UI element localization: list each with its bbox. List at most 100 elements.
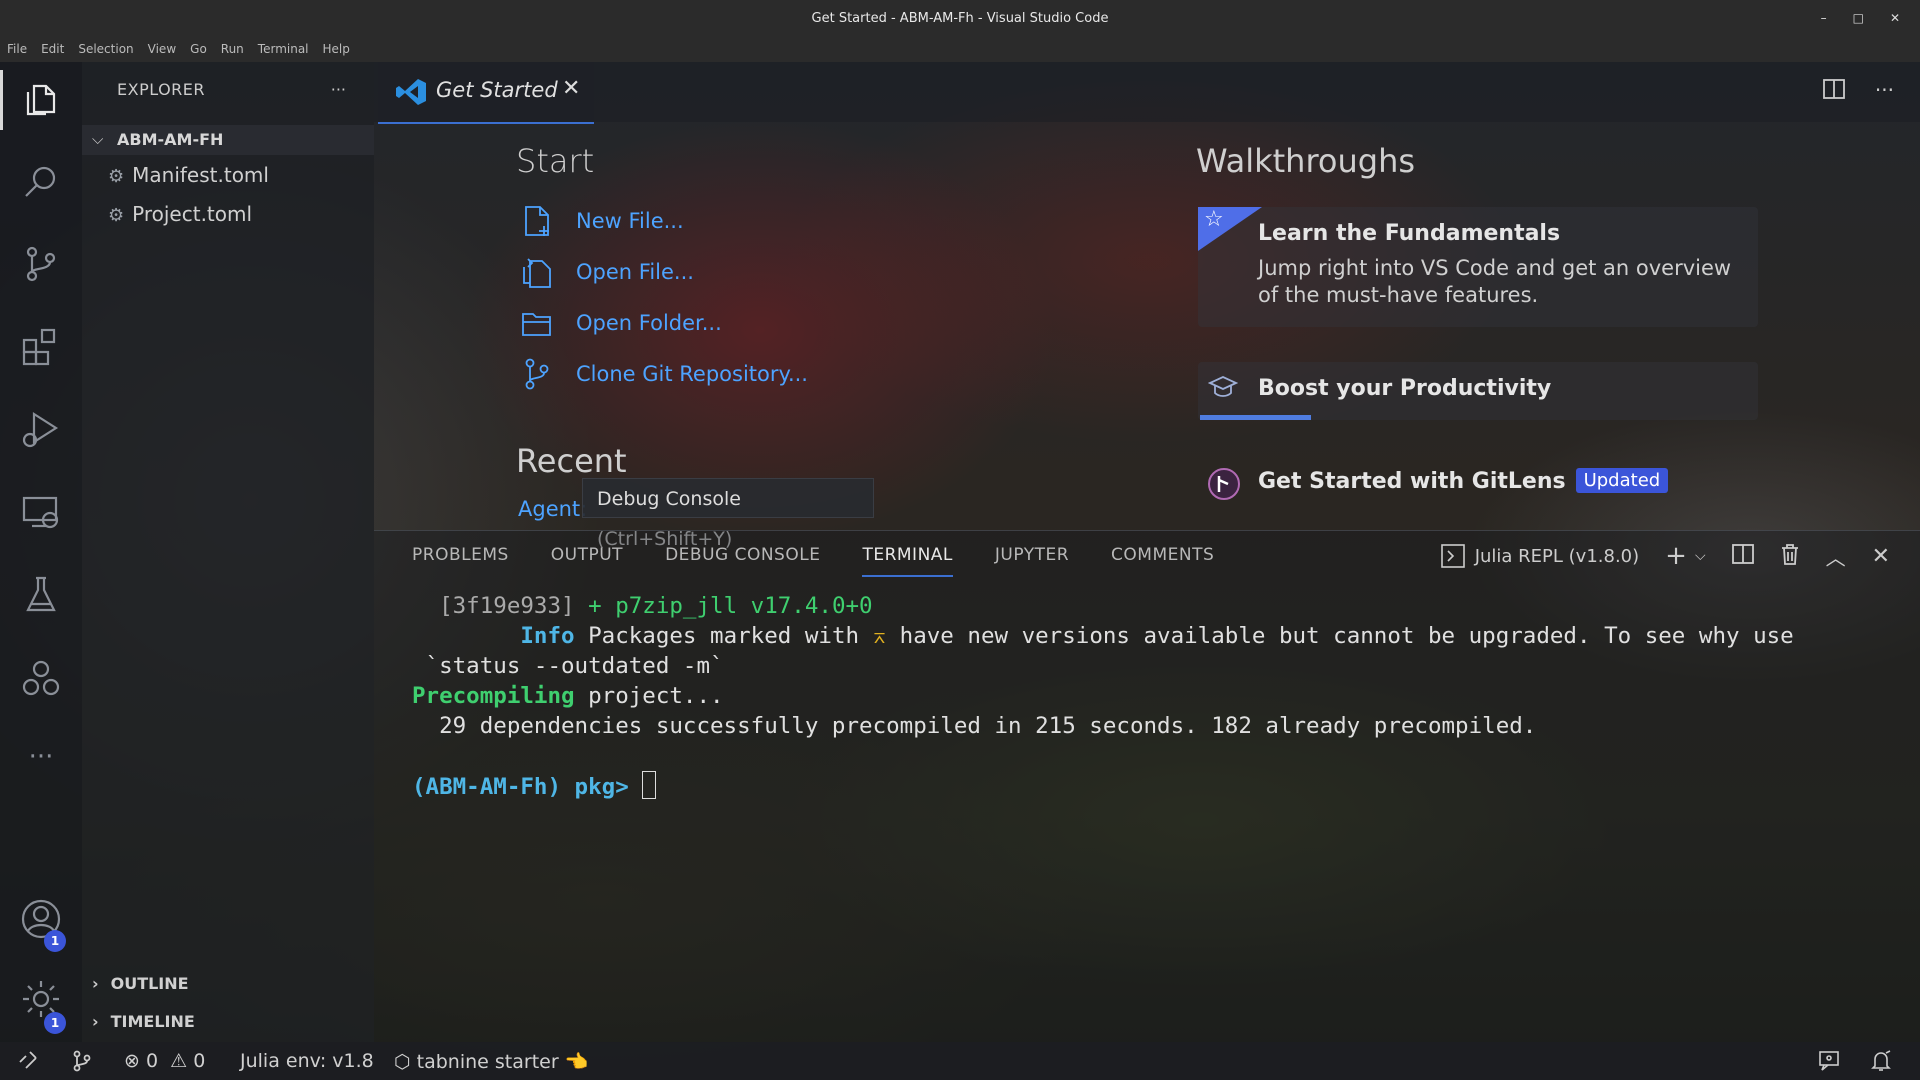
menu-edit[interactable]: Edit bbox=[34, 42, 71, 56]
maximize-panel-icon[interactable]: ︿ bbox=[1826, 542, 1846, 571]
problems-status[interactable]: ⊗ 0 ⚠ 0 bbox=[124, 1050, 205, 1072]
notifications-bell-icon[interactable] bbox=[1870, 1050, 1892, 1077]
new-file-link[interactable]: New File... bbox=[520, 204, 684, 238]
open-file-icon bbox=[520, 255, 554, 289]
tab-comments[interactable]: COMMENTS bbox=[1111, 545, 1214, 577]
account-badge: 1 bbox=[44, 930, 66, 952]
menu-go[interactable]: Go bbox=[183, 42, 214, 56]
git-graph-icon[interactable] bbox=[72, 1050, 92, 1077]
more-icon[interactable]: ··· bbox=[20, 742, 62, 784]
recent-item[interactable]: Agent: bbox=[518, 497, 587, 521]
tabnine-status[interactable]: ⬡ tabnine starter 👈 bbox=[394, 1050, 588, 1073]
error-icon: ⊗ bbox=[124, 1050, 140, 1072]
new-terminal-button[interactable]: + ⌵ bbox=[1665, 541, 1705, 571]
julia-env-status[interactable]: Julia env: v1.8 bbox=[240, 1050, 374, 1072]
tab-output[interactable]: OUTPUT bbox=[551, 545, 623, 577]
info-tail: have new versions available but cannot b… bbox=[886, 623, 1794, 649]
term-line-2: Info Packages marked with ⌅ have new ver… bbox=[412, 623, 1794, 649]
clone-git-link[interactable]: Clone Git Repository... bbox=[520, 357, 808, 391]
git-branch-icon bbox=[520, 357, 554, 391]
active-indicator bbox=[0, 70, 3, 130]
pointing-hand-icon: 👈 bbox=[564, 1051, 589, 1073]
source-control-icon[interactable] bbox=[20, 242, 62, 284]
explorer-more-button[interactable]: ··· bbox=[331, 80, 346, 99]
menu-terminal[interactable]: Terminal bbox=[251, 42, 316, 56]
terminal-selector[interactable]: Julia REPL (v1.8.0) bbox=[1440, 544, 1640, 568]
menu-help[interactable]: Help bbox=[316, 42, 357, 56]
term-prompt-line: (ABM-AM-Fh) pkg> bbox=[412, 771, 657, 800]
window-controls: – □ ✕ bbox=[1821, 0, 1912, 36]
clone-git-label: Clone Git Repository... bbox=[576, 362, 808, 386]
split-editor-icon[interactable] bbox=[1823, 78, 1845, 105]
remote-explorer-icon[interactable] bbox=[20, 492, 62, 534]
menu-file[interactable]: File bbox=[0, 42, 34, 56]
window-title: Get Started - ABM-AM-Fh - Visual Studio … bbox=[811, 10, 1109, 26]
precompiling-label: Precompiling bbox=[412, 683, 575, 709]
open-file-link[interactable]: Open File... bbox=[520, 255, 694, 289]
tab-debug-console[interactable]: DEBUG CONSOLE bbox=[665, 545, 820, 577]
files-icon[interactable] bbox=[20, 78, 62, 120]
chevron-down-icon[interactable]: ⌵ bbox=[1695, 548, 1706, 564]
menu-bar: File Edit Selection View Go Run Terminal… bbox=[0, 36, 1920, 62]
walkthrough-fundamentals[interactable]: ☆ Learn the Fundamentals Jump right into… bbox=[1198, 207, 1758, 327]
title-bar: Get Started - ABM-AM-Fh - Visual Studio … bbox=[0, 0, 1920, 36]
tab-terminal[interactable]: TERMINAL bbox=[862, 545, 953, 577]
pkg-prompt: (ABM-AM-Fh) pkg> bbox=[412, 774, 643, 800]
open-folder-link[interactable]: Open Folder... bbox=[520, 306, 722, 340]
close-window-button[interactable]: ✕ bbox=[1890, 11, 1900, 25]
search-icon[interactable] bbox=[20, 162, 62, 204]
term-line-5: 29 dependencies successfully precompiled… bbox=[412, 713, 1537, 739]
extensions-icon[interactable] bbox=[20, 326, 62, 368]
walkthrough-title-row: Get Started with GitLens Updated bbox=[1258, 468, 1669, 494]
testing-icon[interactable] bbox=[20, 574, 62, 616]
terminal-name: Julia REPL (v1.8.0) bbox=[1474, 545, 1640, 567]
start-heading: Start bbox=[516, 142, 595, 180]
menu-run[interactable]: Run bbox=[214, 42, 251, 56]
tab-close-icon[interactable]: ✕ bbox=[562, 76, 580, 101]
minimize-button[interactable]: – bbox=[1821, 11, 1827, 25]
maximize-button[interactable]: □ bbox=[1853, 11, 1864, 25]
timeline-label: TIMELINE bbox=[110, 1012, 195, 1031]
file-item-project[interactable]: ⚙ Project.toml bbox=[108, 202, 252, 226]
tab-get-started[interactable]: Get Started ✕ bbox=[378, 62, 594, 124]
editor-more-button[interactable]: ··· bbox=[1875, 78, 1894, 105]
folder-name: ABM-AM-FH bbox=[117, 130, 224, 149]
star-icon: ☆ bbox=[1204, 207, 1224, 232]
open-file-label: Open File... bbox=[576, 260, 694, 284]
folder-icon bbox=[520, 306, 554, 340]
walkthrough-gitlens[interactable]: Get Started with GitLens Updated bbox=[1198, 460, 1758, 508]
timeline-section[interactable]: › TIMELINE bbox=[92, 1012, 195, 1031]
outline-section[interactable]: › OUTLINE bbox=[92, 974, 189, 993]
terminal-icon bbox=[1440, 544, 1465, 568]
split-terminal-icon[interactable] bbox=[1731, 543, 1754, 570]
menu-selection[interactable]: Selection bbox=[71, 42, 140, 56]
tab-jupyter[interactable]: JUPYTER bbox=[995, 545, 1069, 577]
file-name: Project.toml bbox=[132, 202, 253, 226]
editor-actions: ··· bbox=[1823, 78, 1894, 105]
tabnine-icon: ⬡ bbox=[394, 1051, 411, 1073]
info-text: Packages marked with bbox=[574, 623, 873, 649]
terminal-output[interactable]: [3f19e933] + p7zip_jll v17.4.0+0 Info Pa… bbox=[412, 591, 1794, 802]
close-panel-icon[interactable]: ✕ bbox=[1872, 544, 1890, 569]
bottom-panel: PROBLEMS OUTPUT DEBUG CONSOLE TERMINAL J… bbox=[374, 530, 1920, 1043]
terminal-cursor bbox=[642, 771, 657, 799]
package-added: + p7zip_jll v17.4.0+0 bbox=[574, 593, 873, 619]
file-item-manifest[interactable]: ⚙ Manifest.toml bbox=[108, 163, 269, 187]
tab-problems[interactable]: PROBLEMS bbox=[412, 545, 509, 577]
gitlens-icon bbox=[1208, 468, 1240, 504]
menu-view[interactable]: View bbox=[141, 42, 183, 56]
term-line-3: `status --outdated -m` bbox=[412, 653, 724, 679]
remote-icon[interactable] bbox=[18, 1050, 38, 1075]
walkthrough-desc: Jump right into VS Code and get an overv… bbox=[1258, 256, 1732, 307]
vscode-logo-icon bbox=[396, 78, 426, 110]
walkthrough-productivity[interactable]: Boost your Productivity bbox=[1198, 362, 1758, 420]
editor-tab-bar: Get Started ✕ ··· bbox=[374, 62, 1920, 124]
walkthrough-title: Boost your Productivity bbox=[1258, 376, 1552, 401]
julia-icon[interactable] bbox=[20, 658, 62, 700]
tabnine-label: tabnine starter bbox=[416, 1051, 559, 1073]
panel-tabs: PROBLEMS OUTPUT DEBUG CONSOLE TERMINAL J… bbox=[412, 545, 1256, 577]
trash-icon[interactable] bbox=[1780, 543, 1800, 570]
feedback-icon[interactable] bbox=[1818, 1050, 1840, 1077]
run-debug-icon[interactable] bbox=[20, 408, 62, 450]
folder-row[interactable]: ⌵ ABM-AM-FH bbox=[82, 125, 374, 155]
